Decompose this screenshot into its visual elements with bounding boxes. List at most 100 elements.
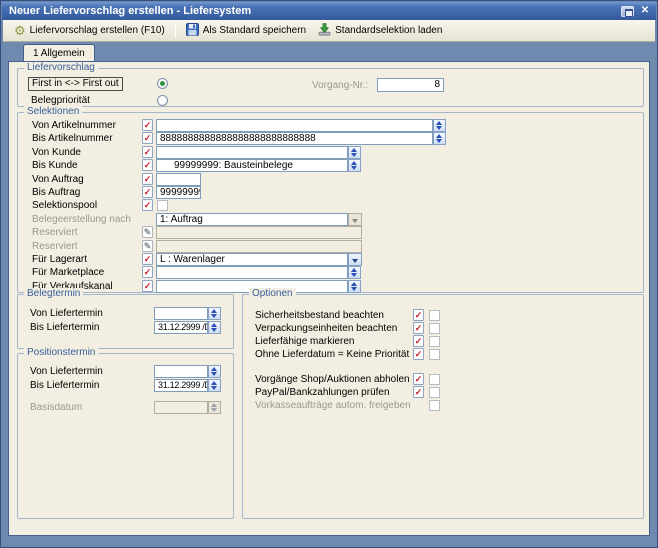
vorkasseauftraege-label: Vorkasseaufträge autom. freigeben: [255, 400, 411, 411]
row-vorgaenge-shop: Vorgänge Shop/Auktionen abholen ✓: [243, 373, 643, 386]
selection-check-icon[interactable]: ✓: [142, 173, 153, 185]
sicherheitsbestand-label: Sicherheitsbestand beachten: [255, 310, 384, 321]
sicherheitsbestand-checkbox[interactable]: [429, 310, 440, 321]
belegtermin-bis-label: Bis Liefertermin: [30, 322, 99, 333]
reserviert-input: [156, 226, 362, 239]
paypal-bankzahlungen-checkbox[interactable]: [429, 387, 440, 398]
selection-check-icon[interactable]: ✓: [413, 322, 424, 334]
bis-artikelnummer-input[interactable]: 8888888888888888888888888888: [156, 132, 433, 145]
tab-content: Liefervorschlag First in <-> First out V…: [8, 61, 650, 536]
lieferfaehige-checkbox[interactable]: [429, 336, 440, 347]
ohne-lieferdatum-checkbox[interactable]: [429, 349, 440, 360]
selection-check-icon[interactable]: ✓: [142, 119, 153, 131]
title-bar[interactable]: Neuer Liefervorschlag erstellen - Liefer…: [2, 2, 656, 20]
save-as-default-button[interactable]: Als Standard speichern: [181, 21, 311, 41]
row-fuer-verkaufskanal: Für Verkaufskanal ✓: [18, 280, 643, 293]
von-artikelnummer-label: Von Artikelnummer: [32, 120, 116, 131]
selection-check-icon[interactable]: ✓: [413, 348, 424, 360]
vorgaenge-shop-label: Vorgänge Shop/Auktionen abholen: [255, 374, 410, 385]
selection-check-icon[interactable]: ✓: [142, 159, 153, 171]
verpackungseinheiten-label: Verpackungseinheiten beachten: [255, 323, 397, 334]
vorgang-nr-input[interactable]: 8: [377, 78, 444, 92]
spinner-icon[interactable]: [208, 307, 221, 320]
bis-auftrag-input[interactable]: 99999999: [156, 186, 201, 199]
window-controls: ✕: [621, 5, 652, 17]
chevron-down-icon[interactable]: [348, 253, 362, 266]
toolbar: ⚙ Liefervorschlag erstellen (F10) Als St…: [3, 20, 655, 42]
belegeerstellung-nach-select[interactable]: 1: Auftrag: [156, 213, 348, 226]
positionstermin-von-input[interactable]: [154, 365, 208, 378]
selection-check-icon[interactable]: ✓: [142, 199, 153, 211]
belegtermin-bis-input[interactable]: 31.12.2999 /Di: [154, 321, 208, 334]
vorkasseauftraege-checkbox: [429, 400, 440, 411]
spinner-icon[interactable]: [208, 321, 221, 334]
create-delivery-proposal-label: Liefervorschlag erstellen (F10): [30, 25, 165, 36]
chevron-down-icon: [348, 213, 362, 226]
group-optionen: Optionen Sicherheitsbestand beachten ✓ V…: [242, 294, 644, 519]
spinner-icon[interactable]: [433, 119, 446, 132]
selektionspool-checkbox[interactable]: [157, 200, 168, 211]
row-von-kunde: Von Kunde ✓: [18, 146, 643, 159]
group-selektionen-legend: Selektionen: [24, 106, 82, 117]
selection-check-icon[interactable]: ✓: [413, 386, 424, 398]
row-von-auftrag: Von Auftrag ✓: [18, 173, 643, 186]
belegeerstellung-nach-label: Belegeerstellung nach: [32, 214, 131, 225]
fuer-marketplace-input[interactable]: [156, 266, 348, 279]
selektionspool-label: Selektionspool: [32, 200, 97, 211]
selection-check-icon[interactable]: ✓: [142, 253, 153, 265]
radio-first-in-first-out[interactable]: [157, 78, 168, 89]
spinner-icon[interactable]: [348, 280, 361, 293]
basisdatum-label: Basisdatum: [30, 402, 82, 413]
positionstermin-bis-input[interactable]: 31.12.2999 /Di: [154, 379, 208, 392]
gear-icon: ⚙: [14, 24, 26, 37]
restore-icon[interactable]: [621, 6, 634, 17]
spinner-icon[interactable]: [348, 146, 361, 159]
group-belegtermin: Belegtermin Von Liefertermin Bis Liefert…: [17, 294, 234, 349]
spinner-icon[interactable]: [208, 379, 221, 392]
create-delivery-proposal-button[interactable]: ⚙ Liefervorschlag erstellen (F10): [9, 22, 170, 39]
load-default-selection-button[interactable]: Standardselektion laden: [313, 21, 447, 41]
row-fuer-lagerart: Für Lagerart ✓ L : Warenlager: [18, 253, 643, 266]
group-optionen-legend: Optionen: [249, 288, 296, 299]
row-von-artikelnummer: Von Artikelnummer ✓: [18, 119, 643, 132]
selection-check-icon[interactable]: ✓: [413, 309, 424, 321]
verpackungseinheiten-checkbox[interactable]: [429, 323, 440, 334]
spinner-icon[interactable]: [433, 132, 446, 145]
bis-kunde-input[interactable]: 99999999: Bausteinbelege: [156, 159, 348, 172]
radio-label-belegprioritaet: Belegpriorität: [31, 95, 90, 106]
bis-auftrag-label: Bis Auftrag: [32, 187, 80, 198]
row-vorkasseauftraege: Vorkasseaufträge autom. freigeben: [243, 399, 643, 412]
ohne-lieferdatum-label: Ohne Lieferdatum = Keine Priorität: [255, 349, 409, 360]
close-icon[interactable]: ✕: [638, 5, 652, 17]
application-window: Neuer Liefervorschlag erstellen - Liefer…: [0, 0, 658, 548]
fuer-lagerart-select[interactable]: L : Warenlager: [156, 253, 348, 266]
von-kunde-input[interactable]: [156, 146, 348, 159]
selection-check-icon[interactable]: ✓: [142, 266, 153, 278]
von-artikelnummer-input[interactable]: [156, 119, 433, 132]
reserviert-input: [156, 240, 362, 253]
tab-allgemein[interactable]: 1 Allgemein: [23, 44, 95, 62]
von-auftrag-input[interactable]: [156, 173, 201, 186]
group-liefervorschlag: Liefervorschlag First in <-> First out V…: [17, 68, 644, 107]
spinner-icon[interactable]: [348, 159, 361, 172]
von-auftrag-label: Von Auftrag: [32, 174, 84, 185]
row-bis-auftrag: Bis Auftrag ✓ 99999999: [18, 186, 643, 199]
selection-check-icon[interactable]: ✓: [142, 186, 153, 198]
selection-check-icon[interactable]: ✓: [142, 146, 153, 158]
vorgaenge-shop-checkbox[interactable]: [429, 374, 440, 385]
spinner-icon[interactable]: [208, 365, 221, 378]
tab-area-frame: 1 Allgemein Liefervorschlag First in <->…: [3, 42, 655, 545]
radio-belegprioritaet[interactable]: [157, 95, 168, 106]
selection-check-icon[interactable]: ✓: [413, 373, 424, 385]
spinner-icon[interactable]: [348, 266, 361, 279]
group-positionstermin: Positionstermin Von Liefertermin Bis Lie…: [17, 353, 234, 519]
basisdatum-input: [154, 401, 208, 414]
selection-check-icon[interactable]: ✓: [142, 132, 153, 144]
selection-check-icon[interactable]: ✓: [142, 280, 153, 292]
row-paypal-bankzahlungen: PayPal/Bankzahlungen prüfen ✓: [243, 386, 643, 399]
row-verpackungseinheiten: Verpackungseinheiten beachten ✓: [243, 322, 643, 335]
selection-check-icon[interactable]: ✓: [413, 335, 424, 347]
reserviert-label: Reserviert: [32, 227, 78, 238]
row-belegeerstellung-nach: Belegeerstellung nach 1: Auftrag: [18, 213, 643, 226]
belegtermin-von-input[interactable]: [154, 307, 208, 320]
